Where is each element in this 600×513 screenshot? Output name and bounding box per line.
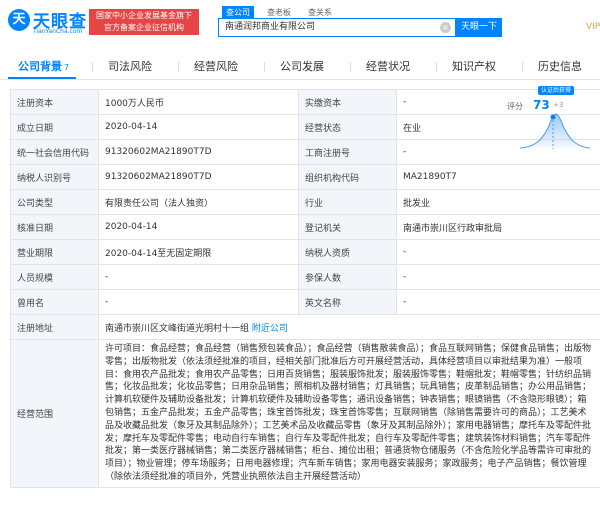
taxpayer-id-label: 纳税人识别号 <box>10 164 99 190</box>
address-value: 南通市崇川区文峰街道光明村十一组 <box>105 323 250 334</box>
search-input[interactable]: 南通润邦商业有限公司 × <box>218 18 456 37</box>
table-row: 人员规模 - 参保人数 - <box>10 264 600 290</box>
table-row: 注册地址 南通市崇川区文峰街道光明村十一组 附近公司 <box>10 314 600 340</box>
tab-divider <box>92 62 93 72</box>
credit-code-value: 91320602MA21890T7D <box>98 139 299 165</box>
tab-divider <box>350 62 351 72</box>
english-name-label: 英文名称 <box>298 289 397 315</box>
score-distribution-chart <box>520 113 590 149</box>
score-tag: 认证后获得 <box>538 86 575 95</box>
established-value: 2020-04-14 <box>98 114 299 140</box>
clear-icon[interactable]: × <box>440 22 451 33</box>
table-row: 纳税人识别号 91320602MA21890T7D 组织机构代码 MA21890… <box>10 164 600 190</box>
tab-divider <box>178 62 179 72</box>
section-tabs: 公司背景 7 司法风险 经营风险 公司发展 经营状况 知识产权 历史信息 <box>0 50 600 80</box>
tab-history[interactable]: 历史信息 <box>538 58 582 74</box>
gov-badge-line1: 国家中小企业发展基金旗下 <box>96 11 192 20</box>
org-code-value: MA21890T7 <box>396 164 600 190</box>
tax-qualification-value: - <box>396 239 600 265</box>
english-name-value: - <box>396 289 600 315</box>
reg-capital-value: 1000万人民币 <box>98 89 299 115</box>
staff-size-label: 人员规模 <box>10 264 99 290</box>
credit-code-label: 统一社会信用代码 <box>10 139 99 165</box>
industry-value: 批发业 <box>396 189 600 215</box>
tab-label: 公司背景 <box>18 60 62 73</box>
tab-intellectual-property[interactable]: 知识产权 <box>452 58 496 74</box>
industry-label: 行业 <box>298 189 397 215</box>
table-row: 核准日期 2020-04-14 登记机关 南通市崇川区行政审批局 <box>10 214 600 240</box>
former-name-label: 曾用名 <box>10 289 99 315</box>
business-scope-label: 经营范围 <box>10 339 99 488</box>
approved-date-label: 核准日期 <box>10 214 99 240</box>
logo-icon[interactable]: 天 <box>8 9 30 31</box>
biz-reg-label: 工商注册号 <box>298 139 397 165</box>
table-row: 公司类型 有限责任公司（法人独资） 行业 批发业 <box>10 189 600 215</box>
org-code-label: 组织机构代码 <box>298 164 397 190</box>
former-name-value: - <box>98 289 299 315</box>
tab-company-development[interactable]: 公司发展 <box>280 58 324 74</box>
tab-divider <box>436 62 437 72</box>
established-label: 成立日期 <box>10 114 99 140</box>
authority-value: 南通市崇川区行政审批局 <box>396 214 600 240</box>
tab-operating-risk[interactable]: 经营风险 <box>194 58 238 74</box>
staff-size-value: - <box>98 264 299 290</box>
authority-label: 登记机关 <box>298 214 397 240</box>
table-row: 曾用名 - 英文名称 - <box>10 289 600 315</box>
address-label: 注册地址 <box>10 314 99 340</box>
reg-capital-label: 注册资本 <box>10 89 99 115</box>
tab-operating-status[interactable]: 经营状况 <box>366 58 410 74</box>
nearby-companies-link[interactable]: 附近公司 <box>252 324 288 334</box>
tab-count: 7 <box>64 63 70 72</box>
tax-qualification-label: 纳税人资质 <box>298 239 397 265</box>
header: 天 天眼查 TianYanCha.com 国家中小企业发展基金旗下 官方备案企业… <box>0 0 600 44</box>
table-row: 经营范围 许可项目：食品经营；食品经营（销售预包装食品）；食品经营（销售散装食品… <box>10 339 600 488</box>
business-scope-value: 许可项目：食品经营；食品经营（销售预包装食品）；食品经营（销售散装食品）；食品互… <box>98 339 600 488</box>
gov-badge-line2: 官方备案企业征信机构 <box>104 23 184 32</box>
vip-link[interactable]: VIP <box>586 22 600 32</box>
score-marker-dot <box>550 114 556 120</box>
status-label: 经营状态 <box>298 114 397 140</box>
approved-date-value: 2020-04-14 <box>98 214 299 240</box>
address-cell: 南通市崇川区文峰街道光明村十一组 附近公司 <box>98 314 600 340</box>
search-button[interactable]: 天眼一下 <box>456 18 502 37</box>
table-row: 营业期限 2020-04-14至无固定期限 纳税人资质 - <box>10 239 600 265</box>
score-delta: +3 <box>553 101 564 109</box>
tab-company-background[interactable]: 公司背景 7 <box>18 58 69 74</box>
tab-divider <box>522 62 523 72</box>
search-input-value: 南通润邦商业有限公司 <box>225 22 316 32</box>
insured-count-label: 参保人数 <box>298 264 397 290</box>
business-term-value: 2020-04-14至无固定期限 <box>98 239 299 265</box>
active-tab-indicator <box>8 77 76 79</box>
taxpayer-id-value: 91320602MA21890T7D <box>98 164 299 190</box>
score-widget[interactable]: 认证后获得 评分 73 +3 <box>505 84 600 164</box>
tab-divider <box>264 62 265 72</box>
company-type-label: 公司类型 <box>10 189 99 215</box>
insured-count-value: - <box>396 264 600 290</box>
company-type-value: 有限责任公司（法人独资） <box>98 189 299 215</box>
logo-subtext: TianYanCha.com <box>33 28 83 35</box>
business-term-label: 营业期限 <box>10 239 99 265</box>
tab-legal-risk[interactable]: 司法风险 <box>108 58 152 74</box>
gov-badge[interactable]: 国家中小企业发展基金旗下 官方备案企业征信机构 <box>89 9 199 35</box>
score-curve-area <box>520 114 590 148</box>
paid-capital-label: 实缴资本 <box>298 89 397 115</box>
